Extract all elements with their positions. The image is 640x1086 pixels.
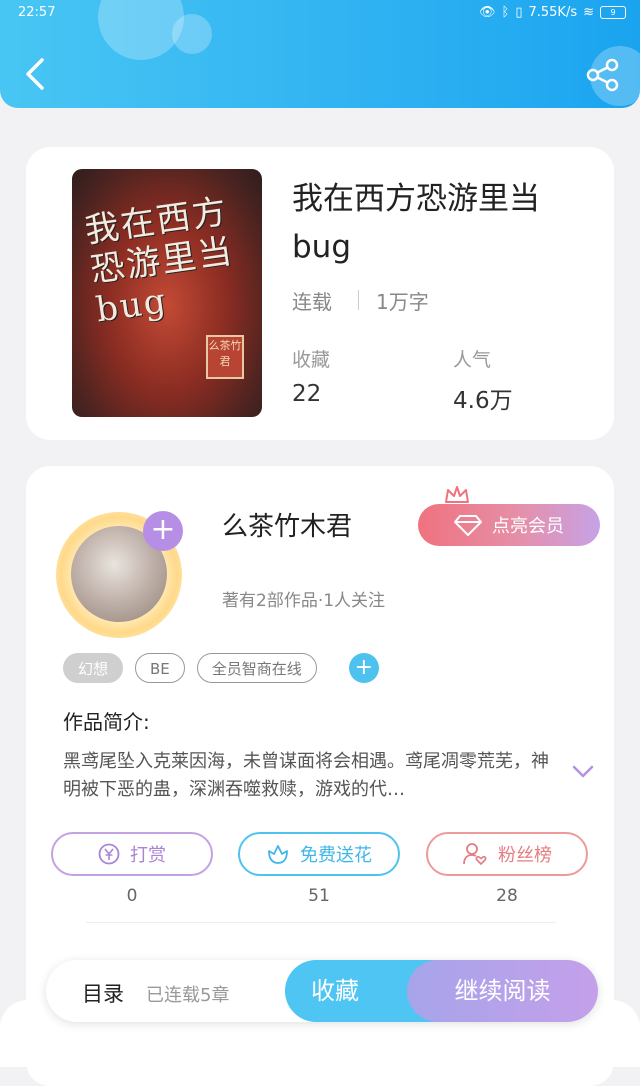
- add-tag-button[interactable]: +: [348, 653, 379, 683]
- book-card: 我在西方恐游里当bug 么茶竹君 我在西方恐游里当bug 连载 1万字 收藏 2…: [26, 147, 614, 440]
- favorites-label: 收藏: [292, 349, 331, 371]
- reward-count: 0: [126, 886, 138, 906]
- vip-button[interactable]: 点亮会员: [418, 504, 600, 546]
- flower-icon: [268, 845, 288, 864]
- fan-ranking-button-label: 粉丝榜: [498, 845, 552, 866]
- flower-count: 51: [308, 886, 330, 906]
- divider: [358, 290, 359, 310]
- divider: [86, 922, 556, 923]
- toc-button[interactable]: 目录: [82, 978, 124, 1008]
- cover-seal: 么茶竹君: [206, 335, 244, 379]
- user-heart-icon: [463, 843, 487, 866]
- favorites-value: 22: [292, 381, 322, 407]
- popularity-label: 人气: [453, 349, 492, 371]
- header: 22:57 👁 ᛒ ▯ 7.55K/s ≋ 9: [0, 0, 640, 108]
- chapter-count: 已连载5章: [146, 985, 230, 1006]
- tag-item[interactable]: BE: [135, 653, 185, 683]
- continue-reading-button[interactable]: 继续阅读: [407, 960, 598, 1022]
- yen-coin-icon: [98, 843, 120, 865]
- tag-item[interactable]: 全员智商在线: [196, 653, 317, 683]
- status-bar: 22:57 👁 ᛒ ▯ 7.55K/s ≋ 9: [0, 0, 640, 28]
- crown-icon: [445, 486, 469, 503]
- follow-plus-icon[interactable]: +: [143, 511, 183, 551]
- intro-label: 作品简介:: [63, 710, 150, 734]
- status-time: 22:57: [18, 5, 56, 20]
- battery-level: 9: [610, 8, 616, 17]
- free-flower-button-label: 免费送花: [300, 845, 372, 866]
- book-title: 我在西方恐游里当bug: [292, 181, 540, 265]
- fan-ranking-button[interactable]: 粉丝榜: [426, 832, 588, 876]
- bottom-action-bar: 目录 已连载5章 收藏 继续阅读: [46, 960, 598, 1022]
- eye-icon: 👁: [478, 5, 496, 20]
- share-icon[interactable]: [586, 58, 620, 92]
- vip-button-label: 点亮会员: [492, 516, 564, 537]
- wifi-icon: ≋: [583, 5, 594, 20]
- reward-button-label: 打赏: [130, 845, 166, 866]
- tag-item[interactable]: 幻想: [63, 653, 124, 683]
- author-name[interactable]: 么茶竹木君: [222, 506, 352, 543]
- reward-button[interactable]: 打赏: [51, 832, 213, 876]
- battery-icon: 9: [600, 6, 626, 19]
- book-status: 连载: [292, 290, 332, 314]
- vibrate-icon: ▯: [515, 5, 523, 20]
- book-word-count: 1万字: [376, 290, 429, 314]
- popularity-value: 4.6万: [453, 388, 513, 414]
- diamond-icon: [454, 515, 482, 536]
- cover-title-art: 我在西方恐游里当bug: [82, 191, 237, 331]
- author-stats: 著有2部作品·1人关注: [222, 591, 386, 611]
- bluetooth-icon: ᛒ: [501, 5, 510, 20]
- fan-count: 28: [496, 886, 518, 906]
- chevron-left-icon[interactable]: [18, 56, 54, 92]
- free-flower-button[interactable]: 免费送花: [238, 832, 400, 876]
- network-speed: 7.55K/s: [528, 5, 578, 20]
- tag-list: 幻想 BE 全员智商在线 +: [63, 653, 379, 683]
- book-cover[interactable]: 我在西方恐游里当bug 么茶竹君: [72, 169, 262, 417]
- intro-text: 黑鸢尾坠入克莱因海，未曾谋面将会相遇。鸢尾凋零荒芜，神明被下恶的蛊，深渊吞噬救赎…: [63, 751, 549, 800]
- status-icons: 👁 ᛒ ▯ 7.55K/s ≋ 9: [479, 5, 626, 20]
- chevron-down-icon[interactable]: [572, 764, 594, 780]
